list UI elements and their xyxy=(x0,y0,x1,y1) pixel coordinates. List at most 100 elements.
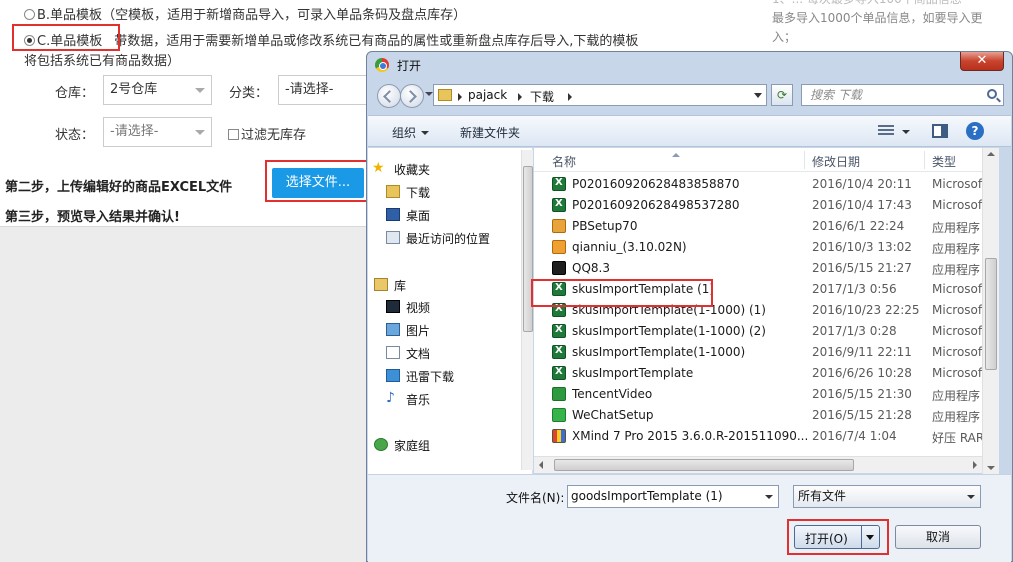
scroll-up-icon[interactable] xyxy=(987,152,995,156)
view-dropdown-icon[interactable] xyxy=(902,130,910,134)
dialog-titlebar[interactable]: 打开 ✕ xyxy=(367,52,1012,80)
nav-favorites[interactable]: ★ 收藏夹 xyxy=(372,161,430,178)
filename-value: goodsImportTemplate (1) xyxy=(571,489,723,503)
address-dropdown-icon[interactable] xyxy=(754,93,762,98)
history-dropdown-icon[interactable] xyxy=(425,92,433,96)
column-date[interactable]: 修改日期 xyxy=(812,153,860,170)
app-icon xyxy=(552,219,566,233)
chevron-right-icon[interactable] xyxy=(568,93,572,101)
refresh-icon: ⟳ xyxy=(776,88,788,102)
nav-scrollbar[interactable] xyxy=(521,150,533,470)
column-type[interactable]: 类型 xyxy=(932,153,956,170)
breadcrumb-downloads[interactable]: 下载 xyxy=(530,88,554,105)
file-row[interactable]: PBSetup70 2016/6/1 22:24 应用程序 xyxy=(534,216,998,237)
search-input[interactable]: 搜索 下载 xyxy=(801,84,1004,106)
file-row[interactable]: WeChatSetup 2016/5/15 21:28 应用程序 xyxy=(534,405,998,426)
preview-pane-icon[interactable] xyxy=(932,124,948,138)
chevron-right-icon[interactable] xyxy=(458,93,462,101)
excel-icon xyxy=(552,198,566,212)
document-icon xyxy=(386,346,400,359)
file-type: 应用程序 xyxy=(932,389,981,403)
nav-pictures[interactable]: 图片 xyxy=(386,322,431,339)
nav-label: 最近访问的位置 xyxy=(406,232,491,246)
organize-menu[interactable]: 组织 xyxy=(392,124,430,141)
column-separator[interactable] xyxy=(924,151,925,169)
file-list-hscrollbar[interactable] xyxy=(534,456,982,473)
scroll-down-icon[interactable] xyxy=(987,466,995,470)
folder-icon xyxy=(438,89,452,101)
search-icon[interactable] xyxy=(987,89,997,99)
option-b-desc: （空模板，适用于新增商品导入，可录入单品条码及盘点库存） xyxy=(102,8,467,23)
warehouse-select[interactable]: 2号仓库 xyxy=(103,75,212,105)
file-list-vscrollbar[interactable] xyxy=(982,148,999,474)
file-row[interactable]: skusImportTemplate 2016/6/26 10:28 Microso… xyxy=(534,363,998,384)
column-separator[interactable] xyxy=(804,151,805,169)
nav-videos[interactable]: 视频 xyxy=(386,299,430,316)
refresh-button[interactable]: ⟳ xyxy=(771,84,793,106)
star-icon: ★ xyxy=(372,160,385,176)
nav-label: 迅雷下载 xyxy=(406,370,455,384)
navigation-pane: ★ 收藏夹 下载 桌面 最近访问的位置 库 视频 图片 文档 迅雷下载 ♪ 音乐 家… xyxy=(368,148,533,474)
filter-no-stock[interactable]: 过滤无库存 xyxy=(228,124,306,143)
file-row[interactable]: P020160920628498537280 2016/10/4 17:43 Mic… xyxy=(534,195,998,216)
file-row[interactable]: skusImportTemplate(1-1000) 2016/9/11 22:1… xyxy=(534,342,998,363)
nav-homegroup[interactable]: 家庭组 xyxy=(374,437,430,454)
filter-label: 过滤无库存 xyxy=(241,128,307,143)
breadcrumb-pajack[interactable]: pajack xyxy=(468,88,507,102)
file-row[interactable]: P020160920628483858870 2016/10/4 20:11 Mic… xyxy=(534,174,998,195)
side-note-line: 1、... 每次最多导入100个商品信息 xyxy=(772,0,1013,9)
excel-icon xyxy=(552,324,566,338)
file-list-hscroll-thumb[interactable] xyxy=(554,459,854,471)
status-select[interactable]: -请选择- xyxy=(103,117,212,147)
file-list-vscroll-thumb[interactable] xyxy=(985,258,997,370)
file-row[interactable]: skusImportTemplate(1-1000) (2) 2017/1/3 0… xyxy=(534,321,998,342)
file-list-header: 名称 修改日期 类型 xyxy=(534,148,998,172)
file-type: Microsof xyxy=(932,198,983,212)
forward-button[interactable] xyxy=(400,84,424,108)
scroll-left-icon[interactable] xyxy=(539,461,543,469)
option-b-label[interactable]: B.单品模板 xyxy=(37,8,102,23)
nav-libraries[interactable]: 库 xyxy=(374,277,406,294)
option-b-radio[interactable] xyxy=(24,9,35,20)
category-select[interactable]: -请选择- xyxy=(278,75,368,105)
filetype-select[interactable]: 所有文件 xyxy=(793,485,981,508)
file-row[interactable]: XMind 7 Pro 2015 3.6.0.R-201511090... 201… xyxy=(534,426,998,447)
new-folder-button[interactable]: 新建文件夹 xyxy=(460,124,520,141)
file-type: Microsof xyxy=(932,303,983,317)
column-name[interactable]: 名称 xyxy=(552,153,576,170)
filename-label: 文件名(N): xyxy=(506,491,565,505)
chrome-icon xyxy=(375,58,389,72)
step-2-label: 第二步，上传编辑好的商品EXCEL文件 xyxy=(5,180,233,195)
scroll-right-icon[interactable] xyxy=(973,461,977,469)
file-name: P020160920628498537280 xyxy=(572,198,740,212)
filename-input[interactable]: goodsImportTemplate (1) xyxy=(567,485,779,508)
side-note-line: 最多导入1000个单品信息，如要导入更 xyxy=(772,11,983,25)
nav-scroll-thumb[interactable] xyxy=(523,166,533,332)
nav-label: 图片 xyxy=(406,324,431,338)
file-row[interactable]: qianniu_(3.10.02N) 2016/10/3 13:02 应用程序 xyxy=(534,237,998,258)
view-icon[interactable] xyxy=(878,125,894,137)
file-row[interactable]: QQ8.3 2016/5/15 21:27 应用程序 xyxy=(534,258,998,279)
filter-checkbox[interactable] xyxy=(228,129,239,140)
chevron-down-icon[interactable] xyxy=(765,495,773,499)
sort-ascending-icon xyxy=(672,153,680,157)
nav-music[interactable]: ♪ 音乐 xyxy=(386,391,430,408)
close-button[interactable]: ✕ xyxy=(960,52,1004,71)
back-button[interactable] xyxy=(377,84,401,108)
file-row[interactable]: TencentVideo 2016/5/15 21:30 应用程序 xyxy=(534,384,998,405)
file-date: 2016/10/4 20:11 xyxy=(812,177,912,191)
side-note-line: 入； xyxy=(772,30,797,44)
address-bar[interactable]: pajack 下载 xyxy=(433,84,767,106)
file-name: TencentVideo xyxy=(572,387,653,401)
nav-documents[interactable]: 文档 xyxy=(386,345,430,362)
nav-xunlei[interactable]: 迅雷下载 xyxy=(386,368,455,385)
cancel-button[interactable]: 取消 xyxy=(895,525,981,549)
nav-downloads[interactable]: 下载 xyxy=(386,184,430,201)
help-icon[interactable]: ? xyxy=(966,122,984,140)
excel-icon xyxy=(552,345,566,359)
nav-desktop[interactable]: 桌面 xyxy=(386,207,430,224)
file-date: 2016/10/23 22:25 xyxy=(812,303,920,317)
chevron-right-icon[interactable] xyxy=(518,93,522,101)
nav-recent[interactable]: 最近访问的位置 xyxy=(386,230,491,247)
file-type: 应用程序 xyxy=(932,221,981,235)
